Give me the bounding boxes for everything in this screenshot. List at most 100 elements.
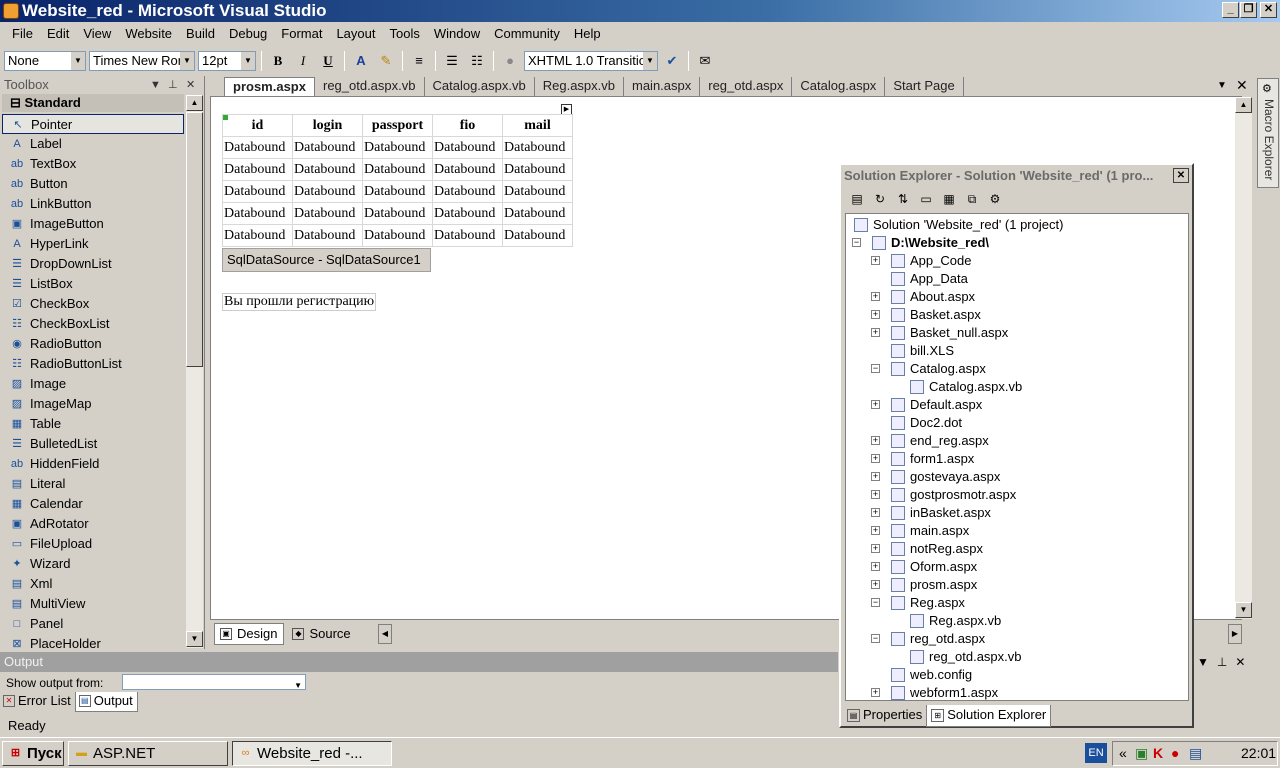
- scroll-left-icon[interactable]: ◀: [378, 624, 392, 644]
- menu-layout[interactable]: Layout: [329, 22, 382, 46]
- refresh-icon[interactable]: ↻: [870, 189, 890, 209]
- close-icon[interactable]: ✕: [1235, 655, 1245, 669]
- pin-icon[interactable]: ⊥: [1217, 655, 1227, 669]
- scroll-up-icon[interactable]: ▲: [1235, 97, 1252, 113]
- start-button[interactable]: ⊞ Пуск: [2, 741, 64, 766]
- toolbox-item-image[interactable]: ▨ Image: [2, 374, 184, 394]
- toolbox-item-literal[interactable]: ▤ Literal: [2, 474, 184, 494]
- block-format-combo[interactable]: None ▼: [4, 51, 86, 71]
- tab-output[interactable]: ▤ Output: [74, 692, 138, 712]
- email-icon[interactable]: ✉: [694, 50, 716, 72]
- toolbox-item-fileupload[interactable]: ▭ FileUpload: [2, 534, 184, 554]
- expand-icon[interactable]: +: [871, 526, 880, 535]
- view-code-icon[interactable]: ▭: [916, 189, 936, 209]
- design-view-button[interactable]: ▣ Design: [214, 623, 285, 645]
- font-color-icon[interactable]: A: [350, 50, 372, 72]
- scroll-right-icon[interactable]: ▶: [1228, 624, 1242, 644]
- collapse-icon[interactable]: −: [871, 634, 880, 643]
- tree-node-catalog-aspx-vb[interactable]: Catalog.aspx.vb: [846, 378, 1186, 396]
- expand-icon[interactable]: +: [871, 688, 880, 697]
- font-size-combo[interactable]: 12pt ▼: [198, 51, 256, 71]
- toolbox-item-listbox[interactable]: ☰ ListBox: [2, 274, 184, 294]
- check-accessibility-icon[interactable]: ✔: [661, 50, 683, 72]
- toolbox-item-wizard[interactable]: ✦ Wizard: [2, 554, 184, 574]
- toolbox-item-multiview[interactable]: ▤ MultiView: [2, 594, 184, 614]
- menu-view[interactable]: View: [76, 22, 118, 46]
- toolbox-item-panel[interactable]: □ Panel: [2, 614, 184, 634]
- toolbox-item-placeholder[interactable]: ⊠ PlaceHolder: [2, 634, 184, 654]
- highlight-color-icon[interactable]: ✎: [375, 50, 397, 72]
- tree-node-doc2-dot[interactable]: Doc2.dot: [846, 414, 1186, 432]
- tree-node-gostevaya-aspx[interactable]: + gostevaya.aspx: [846, 468, 1186, 486]
- tree-node-basket-null-aspx[interactable]: + Basket_null.aspx: [846, 324, 1186, 342]
- tree-node-app-code[interactable]: + App_Code: [846, 252, 1186, 270]
- expand-icon[interactable]: +: [871, 400, 880, 409]
- tree-node-oform-aspx[interactable]: + Oform.aspx: [846, 558, 1186, 576]
- bulleted-list-icon[interactable]: ☰: [441, 50, 463, 72]
- tree-node-project[interactable]: − D:\Website_red\: [846, 234, 1186, 252]
- doc-tab-catalog-aspx-vb[interactable]: Catalog.aspx.vb: [425, 77, 535, 96]
- expand-icon[interactable]: +: [871, 256, 880, 265]
- properties-icon[interactable]: ▤: [847, 189, 867, 209]
- toolbox-item-bulletedlist[interactable]: ☰ BulletedList: [2, 434, 184, 454]
- toolbox-item-button[interactable]: ab Button: [2, 174, 184, 194]
- expand-icon[interactable]: +: [871, 292, 880, 301]
- expand-icon[interactable]: +: [871, 490, 880, 499]
- tree-node-inbasket-aspx[interactable]: + inBasket.aspx: [846, 504, 1186, 522]
- scroll-up-icon[interactable]: ▲: [186, 95, 203, 111]
- collapse-icon[interactable]: −: [871, 598, 880, 607]
- menu-build[interactable]: Build: [179, 22, 222, 46]
- close-icon[interactable]: ✕: [186, 76, 195, 94]
- expand-icon[interactable]: +: [871, 310, 880, 319]
- bold-button[interactable]: B: [267, 50, 289, 72]
- tree-node-notreg-aspx[interactable]: + notReg.aspx: [846, 540, 1186, 558]
- toolbox-item-imagebutton[interactable]: ▣ ImageButton: [2, 214, 184, 234]
- doc-tab-catalog-aspx[interactable]: Catalog.aspx: [792, 77, 886, 96]
- toolbox-item-pointer[interactable]: ↖ Pointer: [2, 114, 184, 134]
- tree-node-web-config[interactable]: web.config: [846, 666, 1186, 684]
- tree-node-catalog-aspx[interactable]: − Catalog.aspx: [846, 360, 1186, 378]
- nest-files-icon[interactable]: ⇅: [893, 189, 913, 209]
- tree-node-end-reg-aspx[interactable]: + end_reg.aspx: [846, 432, 1186, 450]
- doc-tab-reg-otd-aspx-vb[interactable]: reg_otd.aspx.vb: [315, 77, 425, 96]
- target-schema-icon[interactable]: ●: [499, 50, 521, 72]
- chevron-down-icon[interactable]: ▼: [1197, 655, 1209, 669]
- doc-tab-reg-aspx-vb[interactable]: Reg.aspx.vb: [535, 77, 624, 96]
- close-icon[interactable]: ✕: [1173, 168, 1189, 183]
- toolbox-item-xml[interactable]: ▤ Xml: [2, 574, 184, 594]
- pin-icon[interactable]: ⊥: [168, 76, 178, 94]
- network-icon[interactable]: ▣: [1135, 742, 1148, 765]
- toolbox-item-checkboxlist[interactable]: ☷ CheckBoxList: [2, 314, 184, 334]
- taskbar-visual-studio[interactable]: ∞ Website_red -...: [232, 741, 392, 766]
- tree-node-main-aspx[interactable]: + main.aspx: [846, 522, 1186, 540]
- toolbox-item-linkbutton[interactable]: ab LinkButton: [2, 194, 184, 214]
- scroll-down-icon[interactable]: ▼: [1235, 602, 1252, 618]
- toolbox-item-label[interactable]: A Label: [2, 134, 184, 154]
- tree-node-reg-aspx[interactable]: − Reg.aspx: [846, 594, 1186, 612]
- tree-node-bill-xls[interactable]: bill.XLS: [846, 342, 1186, 360]
- tab-list-icon[interactable]: ▼: [1217, 80, 1227, 91]
- tree-node-about-aspx[interactable]: + About.aspx: [846, 288, 1186, 306]
- taskbar-asp-net[interactable]: ▬ ASP.NET: [68, 741, 228, 766]
- scroll-down-icon[interactable]: ▼: [186, 631, 203, 647]
- antivirus-icon[interactable]: K: [1153, 742, 1163, 765]
- collapse-icon[interactable]: −: [852, 238, 861, 247]
- toolbox-scrollbar[interactable]: ▲ ▼: [186, 95, 203, 648]
- doctype-combo[interactable]: XHTML 1.0 Transitio ▼: [524, 51, 658, 71]
- tree-node-gostprosmotr-aspx[interactable]: + gostprosmotr.aspx: [846, 486, 1186, 504]
- menu-website[interactable]: Website: [118, 22, 179, 46]
- toolbox-item-radiobutton[interactable]: ◉ RadioButton: [2, 334, 184, 354]
- tree-node-webform1-aspx[interactable]: + webform1.aspx: [846, 684, 1186, 700]
- editor-scrollbar[interactable]: ▲ ▼: [1235, 97, 1252, 619]
- doc-tab-start-page[interactable]: Start Page: [885, 77, 964, 96]
- expand-icon[interactable]: +: [871, 580, 880, 589]
- copy-website-icon[interactable]: ⧉: [962, 189, 982, 209]
- numbered-list-icon[interactable]: ☷: [466, 50, 488, 72]
- menu-tools[interactable]: Tools: [383, 22, 427, 46]
- expand-icon[interactable]: +: [871, 544, 880, 553]
- tree-node-reg-aspx-vb[interactable]: Reg.aspx.vb: [846, 612, 1186, 630]
- expand-icon[interactable]: +: [871, 562, 880, 571]
- toolbox-category-standard[interactable]: ⊟ Standard: [2, 94, 184, 112]
- menu-help[interactable]: Help: [567, 22, 608, 46]
- close-button[interactable]: ✕: [1260, 2, 1277, 18]
